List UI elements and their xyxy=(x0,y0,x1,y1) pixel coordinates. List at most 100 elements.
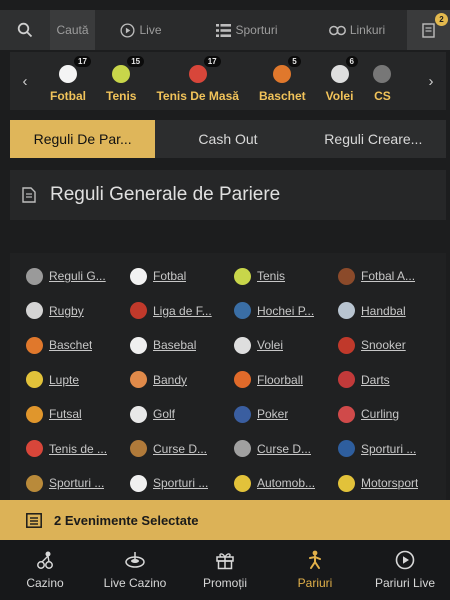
play-circle-icon xyxy=(395,550,415,570)
sport-label: Fotbal xyxy=(50,89,86,103)
carousel-next-button[interactable]: › xyxy=(416,52,446,110)
tab-betting-rules[interactable]: Reguli De Par... xyxy=(10,120,156,158)
rule-link[interactable]: Fotbal A... xyxy=(338,259,442,294)
bottom-nav: Cazino Live Cazino Promoții Pariuri Pari… xyxy=(0,540,450,600)
rule-link[interactable]: Sporturi ... xyxy=(338,432,442,467)
sport-label: Volei xyxy=(325,89,354,103)
rule-link-label: Darts xyxy=(361,372,390,387)
sport-item[interactable]: 17 Fotbal xyxy=(40,52,96,110)
sport-item[interactable]: CS xyxy=(363,52,401,110)
search-button[interactable] xyxy=(0,10,50,50)
sport-icon xyxy=(234,474,251,492)
bottom-nav-live-casino[interactable]: Live Cazino xyxy=(90,540,180,600)
bottom-nav-label: Cazino xyxy=(26,576,64,590)
nav-sports[interactable]: Sporturi xyxy=(187,10,307,50)
gift-icon xyxy=(216,553,234,570)
rule-link-label: Lupte xyxy=(49,372,80,387)
sport-icon xyxy=(130,336,147,354)
rule-link-label: Curling xyxy=(361,407,400,422)
sport-label: Baschet xyxy=(258,89,306,103)
section-header: Reguli Generale de Pariere xyxy=(10,170,446,220)
nav-links[interactable]: Linkuri xyxy=(307,10,407,50)
ticket-icon xyxy=(422,22,435,38)
sport-icon xyxy=(26,371,43,389)
betslip-bar[interactable]: 2 Evenimente Selectate xyxy=(0,500,450,540)
sport-icon xyxy=(130,371,147,389)
sport-count-badge: 15 xyxy=(127,56,145,67)
rule-link-label: Sporturi ... xyxy=(49,476,105,491)
carousel-prev-button[interactable]: ‹ xyxy=(10,52,40,110)
sport-icon xyxy=(130,405,147,423)
sport-icon xyxy=(26,302,43,320)
rule-link[interactable]: Tenis xyxy=(234,259,338,294)
sport-item[interactable]: 17 Tenis De Masă xyxy=(146,52,248,110)
sport-count-badge: 17 xyxy=(74,56,91,67)
sport-icon xyxy=(234,405,251,423)
rule-link-label: Rugby xyxy=(49,303,84,318)
bottom-nav-label: Live Cazino xyxy=(103,576,167,590)
nav-sports-label: Sporturi xyxy=(235,23,278,37)
rule-link[interactable]: Snooker xyxy=(338,328,442,363)
sport-icon xyxy=(26,336,43,354)
list-icon xyxy=(26,512,42,528)
sport-label: Tenis De Masă xyxy=(156,89,239,103)
sport-icon xyxy=(338,267,355,285)
rule-link[interactable]: Sporturi ... xyxy=(26,466,130,501)
rules-grid: Reguli G... Fotbal Tenis Fotbal A... Rugby Li… xyxy=(26,259,446,501)
rule-link-label: Poker xyxy=(257,407,289,422)
rule-link-label: Fotbal A... xyxy=(361,269,416,284)
rule-link[interactable]: Futsal xyxy=(26,397,130,432)
rule-link[interactable]: Fotbal xyxy=(130,259,234,294)
tab-creation-rules[interactable]: Reguli Creare... xyxy=(301,120,446,158)
rule-link[interactable]: Curling xyxy=(338,397,442,432)
sport-icon xyxy=(273,65,292,83)
sport-icon xyxy=(373,65,392,83)
rule-link[interactable]: Sporturi ... xyxy=(130,466,234,501)
rule-link[interactable]: Rugby xyxy=(26,294,130,329)
list-icon xyxy=(216,23,232,37)
sport-icon xyxy=(26,405,43,423)
bottom-nav-promotions[interactable]: Promoții xyxy=(180,540,270,600)
rule-link[interactable]: Volei xyxy=(234,328,338,363)
sport-item[interactable]: 6 Volei xyxy=(316,52,364,110)
sport-item[interactable]: 5 Baschet xyxy=(249,52,316,110)
nav-live[interactable]: Live xyxy=(95,10,187,50)
rule-link[interactable]: Floorball xyxy=(234,363,338,398)
dice-icon xyxy=(37,551,53,569)
bottom-nav-label: Promoții xyxy=(202,576,247,590)
betslip-button[interactable]: 2 xyxy=(407,10,450,50)
rule-link[interactable]: Motorsport xyxy=(338,466,442,501)
rule-link[interactable]: Baschet xyxy=(26,328,130,363)
rule-link-label: Tenis xyxy=(257,269,286,284)
rule-link[interactable]: Bandy xyxy=(130,363,234,398)
player-icon xyxy=(309,550,321,569)
sport-icon xyxy=(338,474,355,492)
sport-icon xyxy=(130,302,147,320)
rule-link-label: Basebal xyxy=(153,338,197,353)
rule-link[interactable]: Curse D... xyxy=(234,432,338,467)
rule-link[interactable]: Poker xyxy=(234,397,338,432)
rule-link[interactable]: Tenis de ... xyxy=(26,432,130,467)
rule-link[interactable]: Golf xyxy=(130,397,234,432)
rule-link[interactable]: Liga de F... xyxy=(130,294,234,329)
bottom-nav-live-bets[interactable]: Pariuri Live xyxy=(360,540,450,600)
rule-link-label: Automob... xyxy=(257,476,316,491)
sport-count-badge: 6 xyxy=(345,56,358,67)
rule-link[interactable]: Hochei P... xyxy=(234,294,338,329)
rule-link[interactable]: Handbal xyxy=(338,294,442,329)
bottom-nav-casino[interactable]: Cazino xyxy=(0,540,90,600)
rule-link[interactable]: Darts xyxy=(338,363,442,398)
rule-link-label: Motorsport xyxy=(361,476,419,491)
rule-link-label: Liga de F... xyxy=(153,303,212,318)
sport-label: Tenis xyxy=(106,89,137,103)
rule-link[interactable]: Reguli G... xyxy=(26,259,130,294)
rule-link[interactable]: Automob... xyxy=(234,466,338,501)
tab-cash-out[interactable]: Cash Out xyxy=(155,120,300,158)
sport-item[interactable]: 15 Tenis xyxy=(96,52,146,110)
rule-link[interactable]: Basebal xyxy=(130,328,234,363)
bottom-nav-bets[interactable]: Pariuri xyxy=(270,540,360,600)
rule-link[interactable]: Lupte xyxy=(26,363,130,398)
sport-icon xyxy=(130,267,147,285)
search-input[interactable]: Caută xyxy=(50,10,95,50)
rule-link[interactable]: Curse D... xyxy=(130,432,234,467)
